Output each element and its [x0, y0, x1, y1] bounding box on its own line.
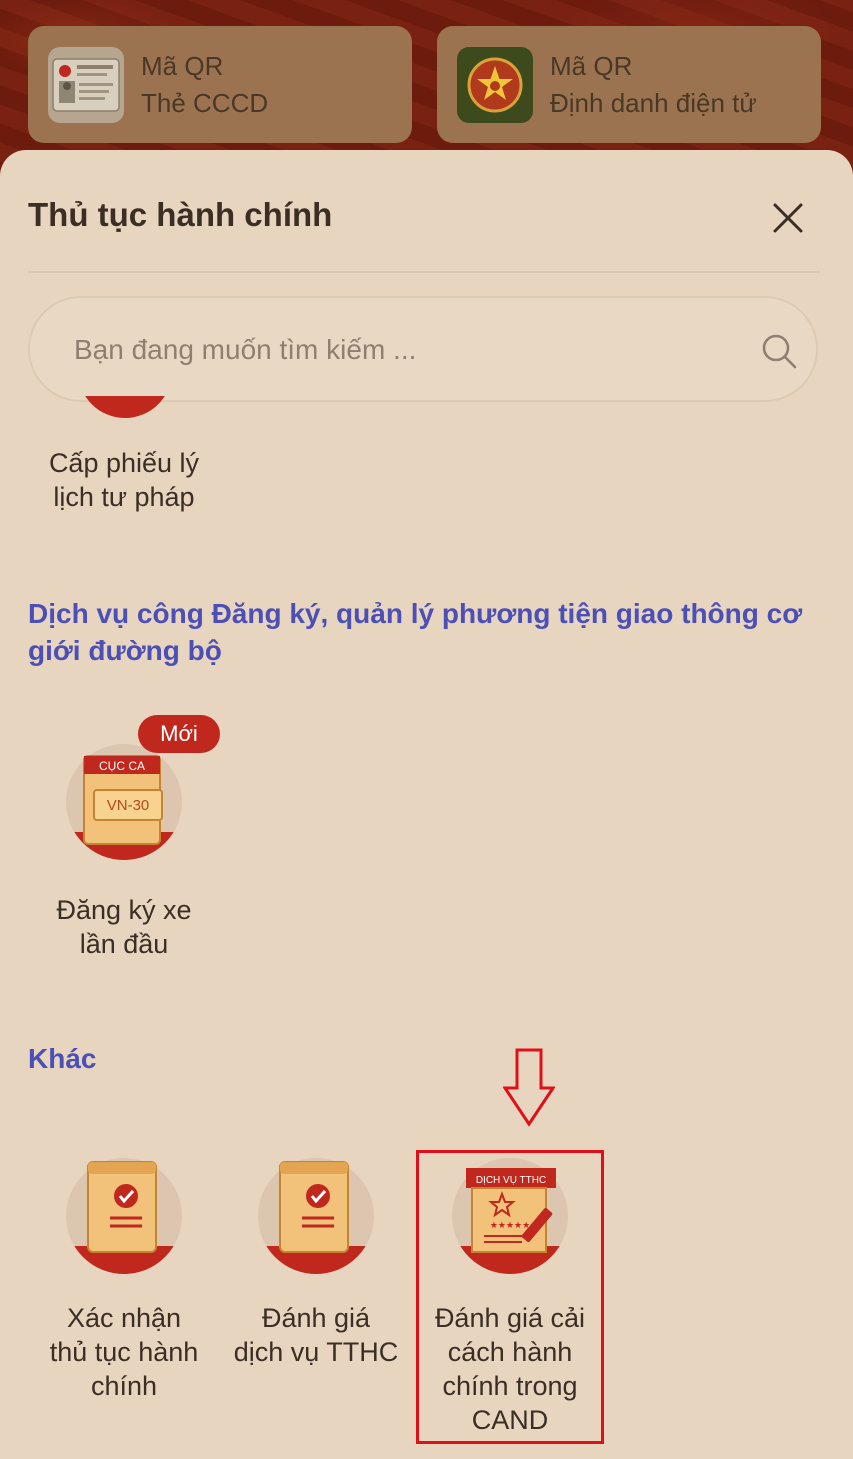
qr-card-cccd[interactable]: Mã QR Thẻ CCCD — [28, 26, 412, 143]
plate-number-text: VN-30 — [107, 797, 150, 814]
section-title-line: giới đường bộ — [28, 635, 222, 666]
id-card-icon — [48, 46, 124, 123]
close-button[interactable] — [768, 198, 808, 238]
plate-header-text: CỤC CA — [99, 759, 145, 773]
divider — [28, 271, 820, 273]
criminal-record-icon[interactable] — [78, 396, 172, 418]
service-first-vehicle-registration[interactable]: Đăng ký xe lần đầu — [28, 893, 220, 961]
service-label: chính — [90, 1371, 158, 1401]
close-icon — [773, 203, 803, 233]
service-label: Đăng ký xe — [56, 895, 192, 925]
qr-card-eid-label1: Mã QR — [550, 50, 633, 81]
service-label: dịch vụ TTHC — [233, 1337, 399, 1367]
service-confirm-procedure[interactable]: Xác nhận thủ tục hành chính — [28, 1301, 220, 1403]
search-input[interactable] — [72, 326, 726, 374]
service-label: thủ tục hành — [49, 1337, 199, 1367]
service-label: lần đầu — [79, 929, 169, 959]
confirm-procedure-icon[interactable] — [64, 1156, 184, 1276]
highlight-box — [416, 1150, 604, 1444]
new-badge: Mới — [138, 715, 220, 753]
service-label: Cấp phiếu lý — [48, 448, 200, 478]
search-icon[interactable] — [760, 332, 798, 370]
service-label: Đánh giá — [261, 1303, 371, 1333]
vehicle-registration-icon[interactable]: CỤC CA VN-30 — [64, 742, 184, 862]
search-bar[interactable] — [28, 296, 818, 402]
section-title-line: Dịch vụ công Đăng ký, quản lý phương tiệ… — [28, 598, 803, 629]
service-criminal-record[interactable]: Cấp phiếu lý lịch tư pháp — [28, 446, 220, 514]
qr-card-cccd-label2: Thẻ CCCD — [141, 87, 269, 118]
qr-card-eid-label2: Định danh điện tử — [550, 87, 757, 118]
qr-card-cccd-label1: Mã QR — [141, 50, 224, 81]
police-emblem-icon — [457, 46, 533, 123]
qr-card-electronic-id[interactable]: Mã QR Định danh điện tử — [437, 26, 821, 143]
service-rate-tthc[interactable]: Đánh giá dịch vụ TTHC — [220, 1301, 412, 1369]
admin-procedures-sheet: Thủ tục hành chính Cấp phiếu lý lịch tư … — [0, 150, 853, 1459]
sheet-title: Thủ tục hành chính — [28, 196, 333, 233]
service-label: lịch tư pháp — [53, 482, 195, 512]
arrow-down-icon — [503, 1048, 555, 1127]
service-label: Xác nhận — [66, 1303, 182, 1333]
section-title-vehicle: Dịch vụ công Đăng ký, quản lý phương tiệ… — [28, 595, 828, 669]
rate-service-icon[interactable] — [256, 1156, 376, 1276]
section-title-other: Khác — [28, 1043, 97, 1074]
